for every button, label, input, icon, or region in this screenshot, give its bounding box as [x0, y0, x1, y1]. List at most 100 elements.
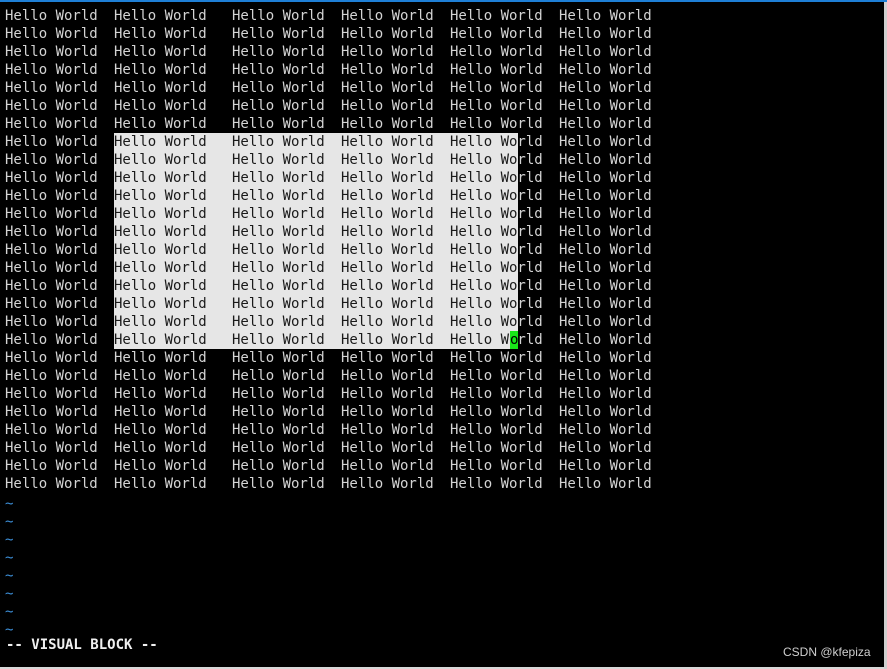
line-27-text-6: Hello World	[559, 476, 652, 492]
watermark: CSDN @kfepiza	[783, 645, 871, 659]
visual-block-selection: Hello World Hello World Hello World Hello W…	[114, 133, 518, 349]
empty-line-marker: ~	[5, 514, 14, 530]
line-27-text-4: Hello World	[341, 476, 434, 492]
line-21-text-6: Hello World	[559, 368, 652, 384]
line-5-text-6: Hello World	[559, 80, 652, 96]
line-26-text-6: Hello World	[559, 458, 652, 474]
line-20-text-1: Hello World	[5, 350, 98, 366]
vim-terminal[interactable]: Hello World Hello World Hello World Hello W…	[0, 0, 887, 669]
line-21-text-4: Hello World	[341, 368, 434, 384]
selected-text: Hello World	[232, 134, 325, 150]
line-24-text-4: Hello World	[341, 422, 434, 438]
line-13-text-6: Hello World	[559, 224, 652, 240]
line-2-text-5: Hello World	[450, 26, 543, 42]
selected-text: Hello World	[232, 206, 325, 222]
empty-line-marker: ~	[5, 604, 14, 620]
selected-text: Hello World	[450, 152, 518, 168]
line-23-text-5: Hello World	[450, 404, 543, 420]
line-23-text-6: Hello World	[559, 404, 652, 420]
selected-text: Hello World	[232, 170, 325, 186]
selected-text: Hello World	[341, 188, 434, 204]
line-10-text-6: Hello World	[559, 170, 652, 186]
selected-text: Hello World	[341, 170, 434, 186]
line-6-text-6: Hello World	[559, 98, 652, 114]
empty-line-marker: ~	[5, 496, 14, 512]
line-25-text-5: Hello World	[450, 440, 543, 456]
selected-text: Hello World	[341, 224, 434, 240]
line-13-text-1: Hello World	[5, 224, 98, 240]
line-17-text-1: Hello World	[5, 296, 98, 312]
line-1-text-3: Hello World	[232, 8, 325, 24]
line-26-text-1: Hello World	[5, 458, 98, 474]
selected-text: Hello World	[114, 314, 207, 330]
selected-text: Hello World	[450, 242, 518, 258]
line-11-text-6: Hello World	[559, 188, 652, 204]
line-1-text-1: Hello World	[5, 8, 98, 24]
line-27-text-1: Hello World	[5, 476, 98, 492]
line-2-text-4: Hello World	[341, 26, 434, 42]
line-2-text-1: Hello World	[5, 26, 98, 42]
line-25-text-2: Hello World	[114, 440, 207, 456]
line-27-text-2: Hello World	[114, 476, 207, 492]
selected-text: Hello World	[232, 152, 325, 168]
empty-line-marker: ~	[5, 586, 14, 602]
line-20-text-3: Hello World	[232, 350, 325, 366]
line-24-text-3: Hello World	[232, 422, 325, 438]
line-20-text-5: Hello World	[450, 350, 543, 366]
line-22-text-6: Hello World	[559, 386, 652, 402]
selected-text: Hello World	[341, 332, 434, 348]
selected-text: Hello World	[341, 206, 434, 222]
selected-text: Hello World	[450, 170, 518, 186]
line-11-text-1: Hello World	[5, 188, 98, 204]
line-26-text-3: Hello World	[232, 458, 325, 474]
selected-text: Hello World	[341, 296, 434, 312]
line-4-text-6: Hello World	[559, 62, 652, 78]
selected-text: Hello World	[341, 134, 434, 150]
line-6-text-3: Hello World	[232, 98, 325, 114]
line-7-text-1: Hello World	[5, 116, 98, 132]
selected-text: Hello World	[114, 296, 207, 312]
selected-text: Hello World	[114, 224, 207, 240]
line-18-text-1: Hello World	[5, 314, 98, 330]
line-16-text-1: Hello World	[5, 278, 98, 294]
line-25-text-6: Hello World	[559, 440, 652, 456]
line-5-text-4: Hello World	[341, 80, 434, 96]
line-22-text-3: Hello World	[232, 386, 325, 402]
line-5-text-3: Hello World	[232, 80, 325, 96]
selected-text: Hello World	[450, 278, 518, 294]
selected-text: Hello World	[341, 314, 434, 330]
selected-text: Hello World	[232, 260, 325, 276]
selected-text: Hello World	[450, 296, 518, 312]
selected-text: Hello World	[450, 260, 518, 276]
line-2-text-2: Hello World	[114, 26, 207, 42]
line-14-text-1: Hello World	[5, 242, 98, 258]
cursor: o	[510, 331, 519, 349]
selected-text: Hello World	[341, 242, 434, 258]
line-16-text-6: Hello World	[559, 278, 652, 294]
line-15-text-6: Hello World	[559, 260, 652, 276]
line-19-text-1: Hello World	[5, 332, 98, 348]
line-9-text-6: Hello World	[559, 152, 652, 168]
selected-text: Hello World	[341, 260, 434, 276]
line-4-text-4: Hello World	[341, 62, 434, 78]
line-20-text-6: Hello World	[559, 350, 652, 366]
empty-line-marker: ~	[5, 550, 14, 566]
line-5-text-2: Hello World	[114, 80, 207, 96]
line-3-text-5: Hello World	[450, 44, 543, 60]
selected-text: Hello World	[114, 152, 207, 168]
line-2-text-6: Hello World	[559, 26, 652, 42]
line-1-text-5: Hello World	[450, 8, 543, 24]
line-4-text-5: Hello World	[450, 62, 543, 78]
line-22-text-4: Hello World	[341, 386, 434, 402]
selected-text: Hello World	[450, 224, 518, 240]
selected-text: Hello World	[114, 260, 207, 276]
line-14-text-6: Hello World	[559, 242, 652, 258]
line-6-text-1: Hello World	[5, 98, 98, 114]
selected-text: Hello World	[232, 314, 325, 330]
line-2-text-3: Hello World	[232, 26, 325, 42]
selected-text: Hello World	[232, 224, 325, 240]
selected-text: Hello World	[341, 278, 434, 294]
line-15-text-1: Hello World	[5, 260, 98, 276]
line-25-text-1: Hello World	[5, 440, 98, 456]
line-6-text-4: Hello World	[341, 98, 434, 114]
